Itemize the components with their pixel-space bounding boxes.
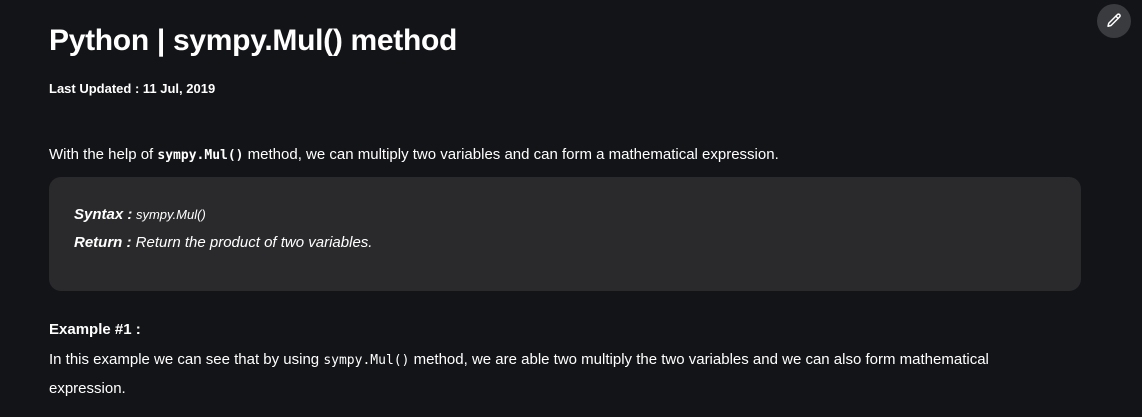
pencil-icon <box>1105 12 1123 30</box>
intro-paragraph: With the help of sympy.Mul() method, we … <box>49 146 779 163</box>
syntax-box: Syntax : sympy.Mul() Return : Return the… <box>49 177 1081 291</box>
syntax-line: Syntax : sympy.Mul() <box>74 206 206 223</box>
syntax-value: sympy.Mul() <box>132 207 206 222</box>
example-text-before: In this example we can see that by using <box>49 351 324 368</box>
example-paragraph: In this example we can see that by using… <box>49 346 1049 403</box>
example-code: sympy.Mul() <box>323 353 410 368</box>
return-value: Return the product of two variables. <box>131 234 373 251</box>
page-title: Python | sympy.Mul() method <box>49 24 458 57</box>
intro-code: sympy.Mul() <box>157 148 244 163</box>
example-heading: Example #1 : <box>49 321 141 338</box>
intro-text-after: method, we can multiply two variables an… <box>243 146 779 163</box>
last-updated: Last Updated : 11 Jul, 2019 <box>49 81 216 96</box>
article-page: Python | sympy.Mul() method Last Updated… <box>0 0 1142 417</box>
return-label: Return : <box>74 234 132 251</box>
edit-button[interactable] <box>1097 4 1131 38</box>
syntax-label: Syntax : <box>74 206 133 223</box>
return-line: Return : Return the product of two varia… <box>74 234 372 251</box>
intro-text-before: With the help of <box>49 146 158 163</box>
